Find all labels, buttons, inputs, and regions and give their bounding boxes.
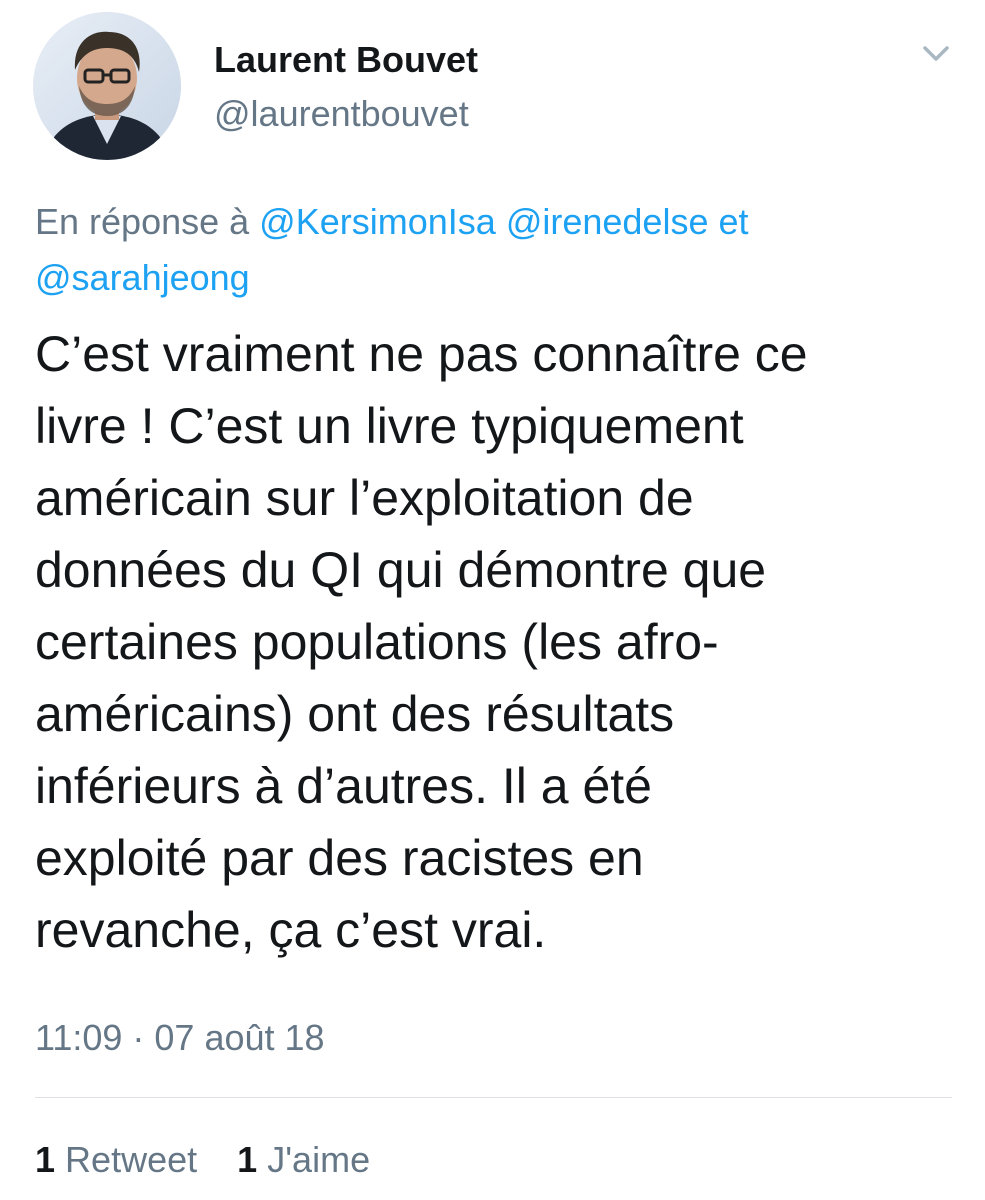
tweet-text-line: certaines populations (les afro-: [35, 614, 719, 670]
tweet-timestamp[interactable]: 11:09 · 07 août 18: [35, 1014, 325, 1062]
likes-count: 1: [237, 1139, 258, 1180]
retweets-label: Retweet: [65, 1139, 198, 1180]
tweet-stats: 1 Retweet 1 J'aime: [35, 1136, 400, 1184]
tweet-header: Laurent Bouvet @laurentbouvet: [33, 12, 953, 162]
tweet-text-line: livre ! C’est un livre typiquement: [35, 398, 744, 454]
reply-context: En réponse à @KersimonIsa @irenedelse et…: [35, 194, 935, 306]
author-handle[interactable]: @laurentbouvet: [214, 92, 478, 136]
tweet-text-line: inférieurs à d’autres. Il a été: [35, 758, 652, 814]
tweet-text-line: américains) ont des résultats: [35, 686, 675, 742]
divider: [35, 1097, 952, 1098]
tweet-text-line: C’est vraiment ne pas connaître ce: [35, 326, 808, 382]
tweet-text-line: américain sur l’exploitation de: [35, 470, 694, 526]
mention-kersimonisa[interactable]: @KersimonIsa: [259, 201, 496, 242]
mention-sarahjeong[interactable]: @sarahjeong: [35, 257, 250, 298]
reply-conjunction: et: [718, 201, 749, 242]
chevron-down-icon[interactable]: [919, 38, 953, 66]
retweets-stat[interactable]: 1 Retweet: [35, 1136, 197, 1184]
tweet-text: C’est vraiment ne pas connaître ce livre…: [35, 318, 965, 966]
retweets-count: 1: [35, 1139, 56, 1180]
tweet-card: Laurent Bouvet @laurentbouvet En réponse…: [0, 0, 985, 1200]
tweet-text-line: revanche, ça c’est vrai.: [35, 902, 547, 958]
likes-label: J'aime: [267, 1139, 371, 1180]
avatar[interactable]: [33, 12, 181, 160]
author-names: Laurent Bouvet @laurentbouvet: [214, 38, 478, 136]
likes-stat[interactable]: 1 J'aime: [237, 1136, 370, 1184]
tweet-text-line: exploité par des racistes en: [35, 830, 644, 886]
avatar-image: [33, 12, 181, 160]
mention-irenedelse[interactable]: @irenedelse: [506, 201, 709, 242]
tweet-text-line: données du QI qui démontre que: [35, 542, 767, 598]
author-display-name[interactable]: Laurent Bouvet: [214, 38, 478, 82]
reply-prefix: En réponse à: [35, 201, 250, 242]
